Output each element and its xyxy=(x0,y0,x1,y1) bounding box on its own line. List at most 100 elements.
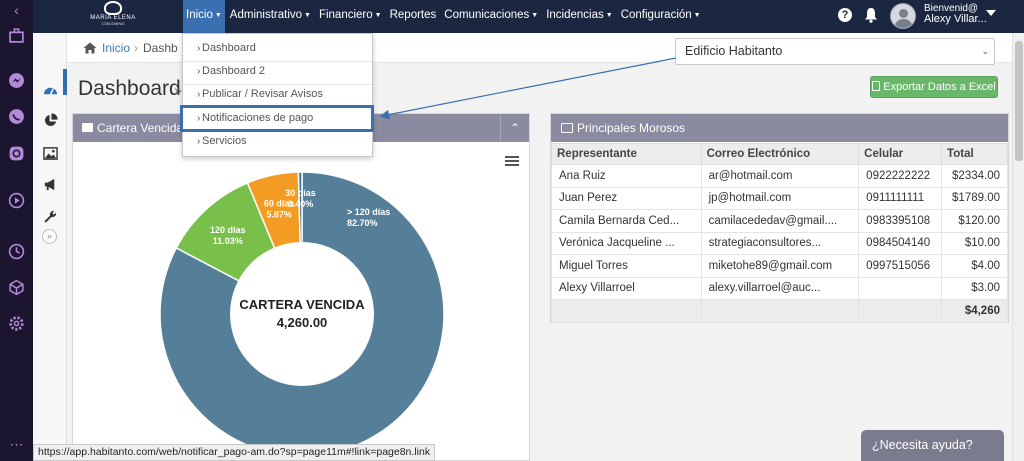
chevron-right-icon: › xyxy=(197,113,201,124)
avatar[interactable] xyxy=(890,3,916,29)
messenger-icon[interactable] xyxy=(8,72,25,89)
scrollbar-thumb[interactable] xyxy=(1015,41,1023,161)
pie-chart-icon[interactable] xyxy=(43,113,58,128)
cell-celular: 0983395108 xyxy=(858,209,943,233)
briefcase-icon[interactable] xyxy=(8,27,25,44)
logo-mark-icon xyxy=(104,1,122,15)
column-header[interactable]: Representante xyxy=(551,143,702,165)
column-header[interactable]: Total xyxy=(941,143,1008,165)
menu-item-dashboard-2[interactable]: › Dashboard 2 xyxy=(183,60,372,83)
menu-financiero[interactable]: Financiero ▼ xyxy=(316,0,385,33)
breadcrumb-home-link[interactable]: Inicio xyxy=(102,41,130,55)
sidebar-expand-toggle[interactable]: » xyxy=(42,229,57,244)
caret-down-icon: ▼ xyxy=(374,12,382,19)
page-scrollbar[interactable] xyxy=(1012,33,1024,461)
cell-empty xyxy=(858,299,943,323)
slice-value-label: 11.03% xyxy=(213,236,243,246)
slice-label: > 120 días xyxy=(347,207,390,217)
settings-icon[interactable] xyxy=(8,315,25,332)
home-icon[interactable] xyxy=(83,42,97,54)
table-row[interactable]: Alexy Villarroel alexy.villarroel@auc... $… xyxy=(551,276,1008,300)
dashboard-icon[interactable] xyxy=(43,83,58,98)
cell-celular: 0984504140 xyxy=(858,231,943,255)
table-row[interactable]: Miguel Torres miketohe89@gmail.com 0997515… xyxy=(551,254,1008,278)
table-row[interactable]: Verónica Jacqueline ... strategiaconsulto… xyxy=(551,231,1008,255)
user-name[interactable]: Alexy Villar... xyxy=(924,13,987,26)
cube-icon[interactable] xyxy=(8,279,25,296)
menu-comunicaciones[interactable]: Comunicaciones ▼ xyxy=(441,0,541,33)
more-icon[interactable]: ⋯ xyxy=(8,436,25,453)
cartera-vencida-panel: Cartera Vencida ⌃ CARTERA VENCIDA 4,260.… xyxy=(72,113,530,461)
cell-total: $10.00 xyxy=(941,231,1008,255)
cell-representante: Juan Perez xyxy=(551,186,702,210)
cell-email: ar@hotmail.com xyxy=(700,164,860,188)
help-icon[interactable]: ? xyxy=(838,8,852,22)
chevron-down-icon: ⌄ xyxy=(981,46,989,56)
image-icon[interactable] xyxy=(43,146,58,161)
cell-empty xyxy=(551,299,702,323)
cell-email: strategiaconsultores... xyxy=(700,231,860,255)
user-menu-caret-icon[interactable] xyxy=(986,10,996,16)
chevron-right-icon: › xyxy=(197,43,201,54)
export-excel-button[interactable]: Exportar Datos a Excel xyxy=(870,76,998,98)
chevron-right-icon: › xyxy=(197,66,201,77)
center-label: CARTERA VENCIDA xyxy=(239,297,365,312)
principales-morosos-panel: Principales Morosos Representante Correo… xyxy=(550,113,1009,323)
panel-title: Principales Morosos xyxy=(577,121,686,135)
panel-title: Cartera Vencida xyxy=(97,121,184,135)
menu-configuracion[interactable]: Configuración ▼ xyxy=(618,0,704,33)
building-select[interactable]: Edificio Habitanto ⌄ xyxy=(675,38,995,65)
cell-total: $2334.00 xyxy=(941,164,1008,188)
table-total-row: $4,260 xyxy=(551,299,1008,323)
menu-incidencias[interactable]: Incidencias ▼ xyxy=(543,0,615,33)
menu-administrativo[interactable]: Administrativo ▼ xyxy=(227,0,314,33)
help-chat-button[interactable]: ¿Necesita ayuda? xyxy=(861,430,1004,461)
clock-icon[interactable] xyxy=(8,243,25,260)
menu-item-servicios[interactable]: › Servicios xyxy=(183,130,372,153)
cell-representante: Camila Bernarda Ced... xyxy=(551,209,702,233)
table-row[interactable]: Camila Bernarda Ced... camilacededav@gmai… xyxy=(551,209,1008,233)
wrench-icon[interactable] xyxy=(43,209,58,224)
play-icon[interactable] xyxy=(8,192,25,209)
donut-chart: CARTERA VENCIDA 4,260.00 > 120 días82.70… xyxy=(159,171,445,457)
instagram-icon[interactable] xyxy=(8,145,25,162)
menu-reportes[interactable]: Reportes xyxy=(387,0,440,33)
chevron-left-icon[interactable]: ‹ xyxy=(8,2,25,19)
inicio-dropdown-menu: › Dashboard › Dashboard 2 › Publicar / Revi… xyxy=(180,33,374,157)
donut-hole xyxy=(230,242,374,386)
sidebar-active-indicator xyxy=(63,69,67,95)
brand-logo[interactable]: MARIA ELENA CONDOMINIO xyxy=(83,0,143,33)
panel-header: Principales Morosos xyxy=(551,114,1008,142)
cell-celular: 0911111111 xyxy=(858,186,943,210)
cell-grand-total: $4,260 xyxy=(941,299,1008,323)
bell-icon[interactable] xyxy=(864,7,878,23)
table-row[interactable]: Juan Perez jp@hotmail.com 0911111111 $1789.… xyxy=(551,186,1008,210)
cell-celular xyxy=(858,276,943,300)
breadcrumb-separator: › xyxy=(134,41,138,55)
slice-label: 30 días xyxy=(285,188,316,198)
cell-representante: Alexy Villarroel xyxy=(551,276,702,300)
caret-down-icon: ▼ xyxy=(693,12,701,19)
building-select-value: Edificio Habitanto xyxy=(685,44,783,58)
slice-value-label: 82.70% xyxy=(347,218,378,228)
table-header-row: Representante Correo Electrónico Celular… xyxy=(551,143,1008,165)
column-header[interactable]: Celular xyxy=(858,143,943,165)
megaphone-icon[interactable] xyxy=(43,177,58,192)
table-row[interactable]: Ana Ruiz ar@hotmail.com 0922222222 $2334.00 xyxy=(551,164,1008,188)
whatsapp-icon[interactable] xyxy=(8,108,25,125)
menu-item-notificaciones-pago[interactable]: › Notificaciones de pago xyxy=(183,107,372,130)
status-bar-url: https://app.habitanto.com/web/notificar_… xyxy=(33,444,436,461)
menu-item-publicar-avisos[interactable]: › Publicar / Revisar Avisos xyxy=(183,83,372,106)
cell-representante: Ana Ruiz xyxy=(551,164,702,188)
column-header[interactable]: Correo Electrónico xyxy=(700,143,860,165)
cell-representante: Verónica Jacqueline ... xyxy=(551,231,702,255)
collapse-panel-button[interactable]: ⌃ xyxy=(500,114,529,142)
main-menu: Inicio ▼ Administrativo ▼ Financiero ▼ Repo… xyxy=(183,0,706,33)
cell-total: $3.00 xyxy=(941,276,1008,300)
cell-celular: 0922222222 xyxy=(858,164,943,188)
caret-down-icon: ▼ xyxy=(304,12,311,19)
menu-inicio[interactable]: Inicio ▼ xyxy=(183,0,225,33)
excel-file-icon xyxy=(872,81,881,91)
slice-value-label: 0.40% xyxy=(288,199,314,209)
menu-item-dashboard[interactable]: › Dashboard xyxy=(183,37,372,60)
